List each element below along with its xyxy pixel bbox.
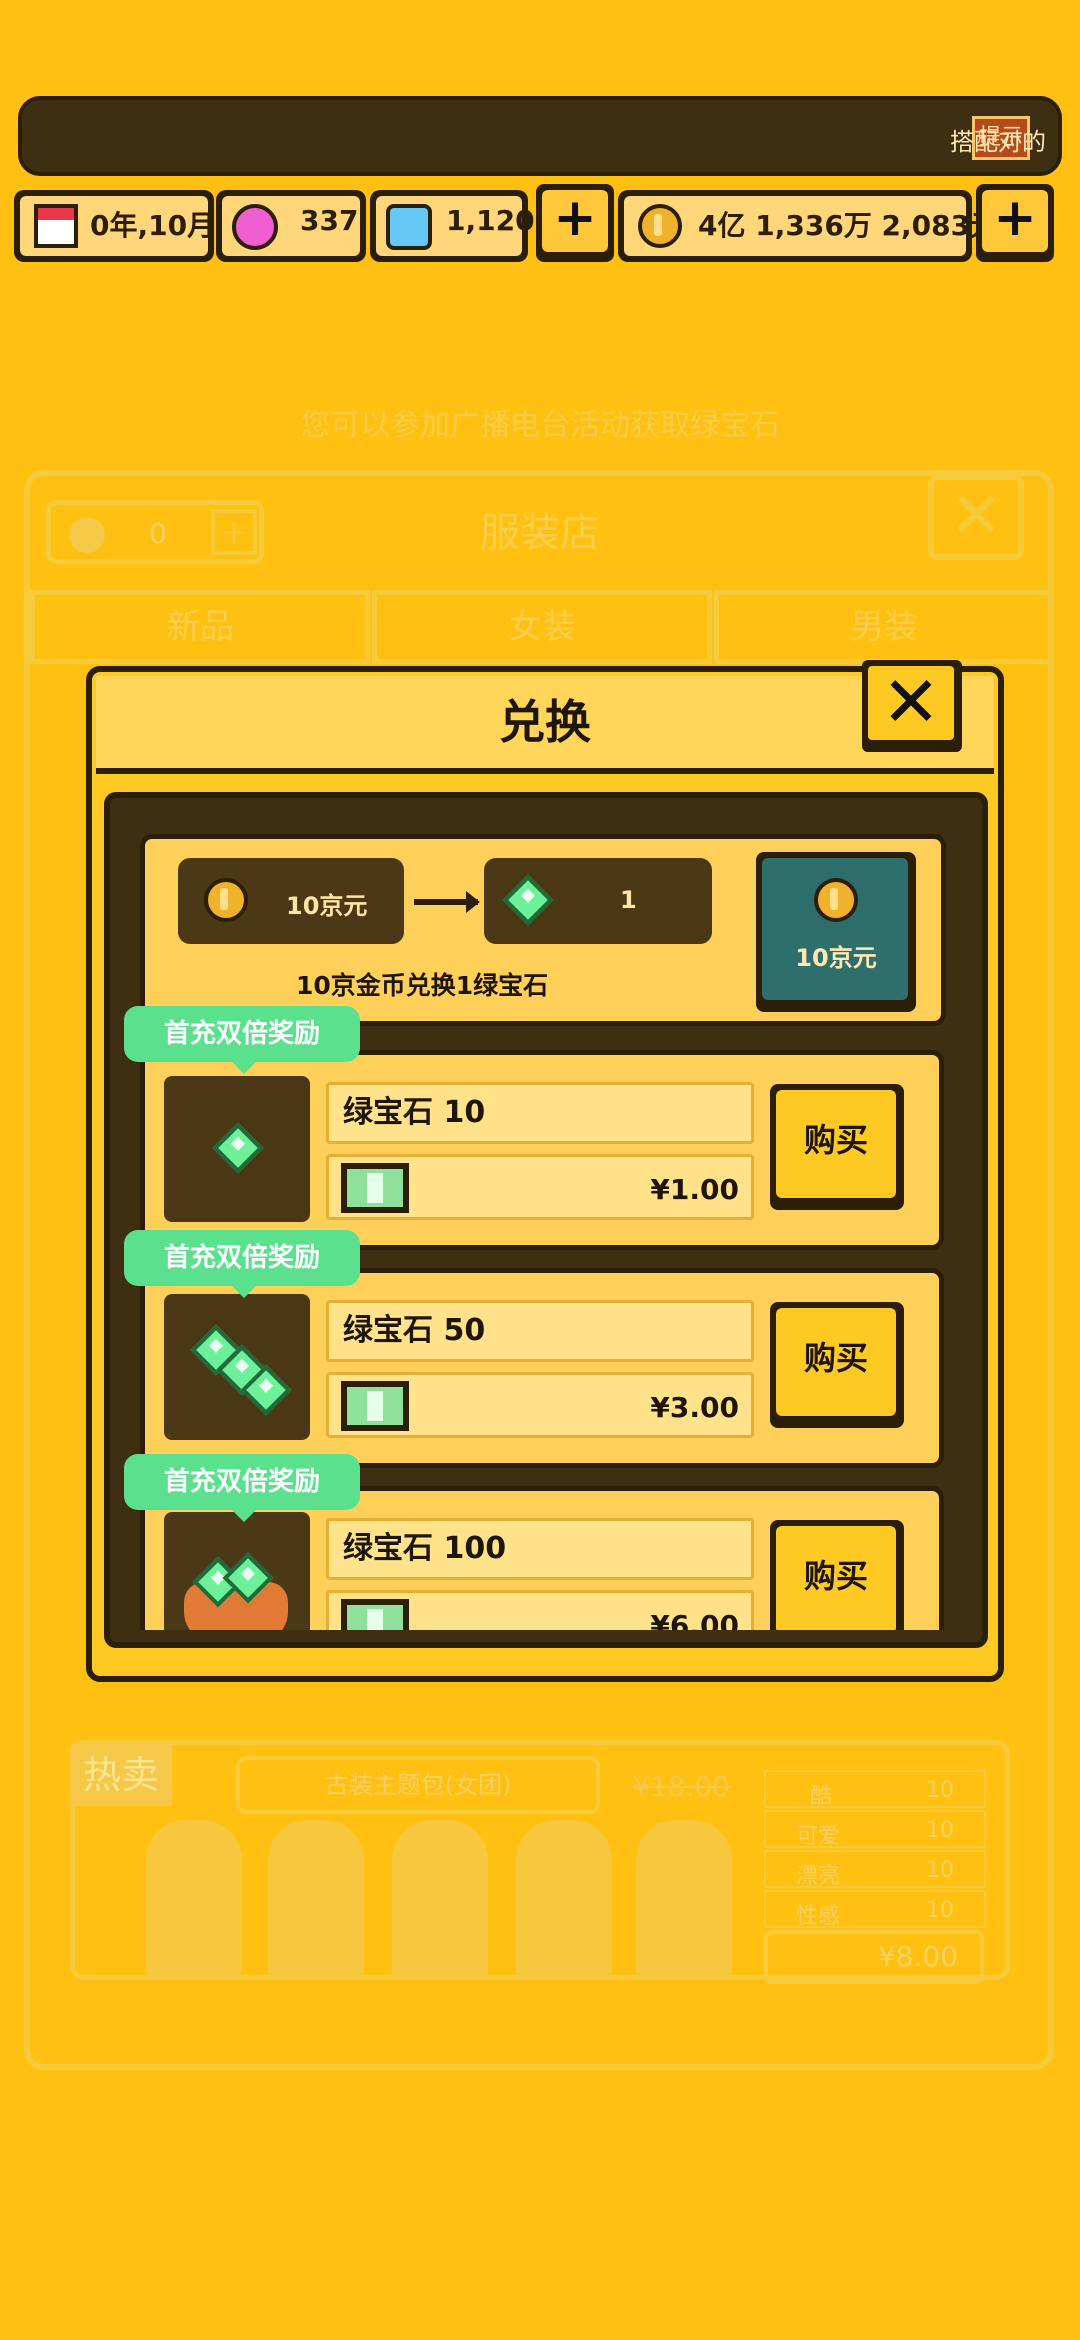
date-display: 0年,10月 <box>14 190 216 262</box>
stat-value: 10 <box>926 1898 954 1923</box>
close-icon: ✕ <box>868 666 954 740</box>
exchange-to-amount: 1 <box>620 886 637 914</box>
cash-icon <box>341 1163 409 1213</box>
pink-gem-count: 337 <box>300 204 359 237</box>
ticker-text: 搭配对的 <box>950 128 1046 156</box>
tab-women: 女装 <box>372 590 712 664</box>
hot-label: 热卖 <box>70 1744 172 1806</box>
product-icon <box>164 1512 310 1630</box>
buy-button[interactable]: 购买 <box>770 1084 904 1210</box>
buy-button[interactable]: 购买 <box>770 1302 904 1428</box>
cash-icon <box>341 1599 409 1630</box>
product-name: 绿宝石 100 <box>326 1518 754 1580</box>
news-ticker: 提示 搭配对的 <box>18 96 1062 176</box>
stat-value: 10 <box>926 1818 954 1843</box>
product-price: ¥3.00 <box>650 1391 739 1424</box>
background-hint: 您可以参加广播电台活动获取绿宝石 <box>300 408 780 443</box>
cash-icon <box>341 1381 409 1431</box>
exchange-from-amount: 10京元 <box>286 892 368 920</box>
pack-name: 古装主题包(女团) <box>236 1756 600 1814</box>
product-price: ¥1.00 <box>650 1173 739 1206</box>
product-name: 绿宝石 50 <box>326 1300 754 1362</box>
stat-row: 可爱 10 <box>764 1810 986 1849</box>
arrow-right-icon <box>414 891 480 913</box>
first-recharge-badge: 首充双倍奖励 <box>124 1454 360 1522</box>
stat-name: 漂亮 <box>796 1864 841 1889</box>
tab-men: 男装 <box>714 590 1054 664</box>
shop-title: 服装店 <box>480 510 600 556</box>
product-name: 绿宝石 10 <box>326 1082 754 1144</box>
money-counter: 4亿 1,336万 2,083元 <box>618 190 998 262</box>
coin-icon <box>204 878 248 922</box>
modal-title: 兑换 <box>499 695 591 749</box>
add-money-button[interactable]: + <box>976 184 1054 262</box>
calendar-icon <box>34 204 78 248</box>
buy-button-label: 购买 <box>776 1090 896 1198</box>
blue-gem-counter: 1,120 <box>370 190 535 262</box>
coin-icon <box>638 204 682 248</box>
buy-button-label: 购买 <box>776 1308 896 1416</box>
product-icon <box>164 1076 310 1222</box>
character-figure <box>146 1820 242 1980</box>
pack-price: ¥8.00 <box>764 1930 984 1984</box>
first-recharge-badge: 首充双倍奖励 <box>124 1006 360 1074</box>
shop-close-button: ✕ <box>928 474 1024 560</box>
money-amount: 4亿 1,336万 2,083元 <box>698 209 999 242</box>
stat-value: 10 <box>926 1778 954 1803</box>
stat-row: 性感 10 <box>764 1890 986 1929</box>
stat-name: 酷 <box>810 1784 833 1809</box>
product-icon <box>164 1294 310 1440</box>
product-price: ¥6.00 <box>650 1609 739 1630</box>
product-price-box: ¥3.00 <box>326 1372 754 1438</box>
tab-new: 新品 <box>30 590 370 664</box>
buy-button-label: 购买 <box>776 1526 896 1630</box>
stat-name: 可爱 <box>796 1824 841 1849</box>
diamond-icon <box>386 204 432 250</box>
product-price-box: ¥1.00 <box>326 1154 754 1220</box>
date-label: 0年,10月 <box>90 209 216 242</box>
buy-button[interactable]: 购买 <box>770 1520 904 1630</box>
emerald-icon <box>212 1122 264 1174</box>
plus-icon: + <box>542 190 608 252</box>
pink-gem-icon <box>232 204 278 250</box>
pink-gem-counter: 337 <box>216 190 366 262</box>
stat-row: 漂亮 10 <box>764 1850 986 1889</box>
exchange-to: 1 <box>484 858 712 944</box>
character-figure <box>268 1820 364 1980</box>
plus-icon: + <box>982 190 1048 252</box>
close-button[interactable]: ✕ <box>862 660 962 752</box>
exchange-note: 10京金币兑换1绿宝石 <box>296 971 549 1000</box>
add-gems-button[interactable]: + <box>536 184 614 262</box>
exchange-button[interactable]: 10京元 <box>756 852 916 1012</box>
exchange-button-label: 10京元 <box>795 944 877 972</box>
emerald-icon <box>502 874 554 926</box>
stat-value: 10 <box>926 1858 954 1883</box>
stat-name: 性感 <box>796 1904 841 1929</box>
character-figure <box>392 1820 488 1980</box>
character-figure <box>516 1820 612 1980</box>
stat-row: 酷 10 <box>764 1770 986 1809</box>
blue-gem-count: 1,120 <box>446 204 535 237</box>
exchange-from: 10京元 <box>178 858 404 944</box>
first-recharge-badge: 首充双倍奖励 <box>124 1230 360 1298</box>
pack-old-price: ¥18.00 <box>632 1770 730 1803</box>
character-figure <box>636 1820 732 1980</box>
product-price-box: ¥6.00 <box>326 1590 754 1630</box>
coin-icon <box>814 878 858 922</box>
